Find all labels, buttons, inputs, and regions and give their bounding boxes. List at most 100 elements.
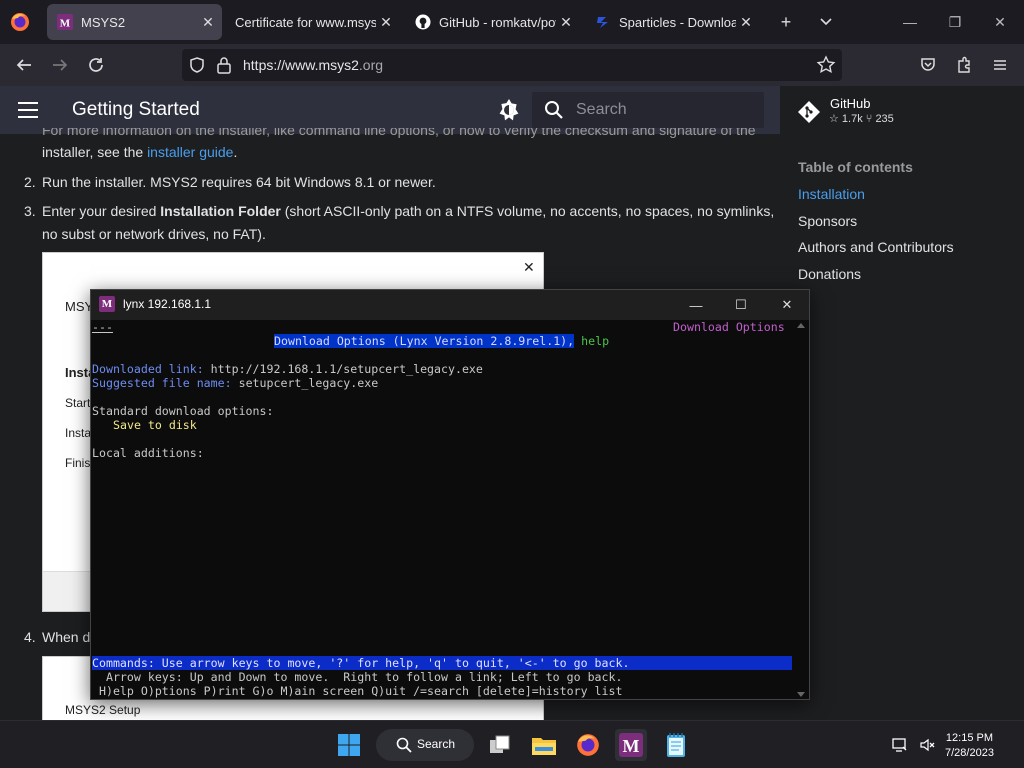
close-tab-icon[interactable]: ✕ <box>376 14 396 31</box>
toc-item-sponsors[interactable]: Sponsors <box>798 213 857 229</box>
browser-toolbar: https://www.msys2.org <box>0 44 1024 86</box>
lynx-page-title: Download Options <box>673 320 785 334</box>
bookmark-star-icon[interactable] <box>816 55 836 80</box>
lock-icon[interactable] <box>216 56 232 79</box>
tab-msys2[interactable]: M MSYS2 ✕ <box>47 4 222 40</box>
terminal-minimize-button[interactable]: — <box>685 294 707 316</box>
taskbar-search-button[interactable]: Search <box>376 729 474 761</box>
clock-time: 12:15 PM <box>945 732 994 744</box>
hamburger-menu-icon[interactable] <box>18 102 38 118</box>
github-forks: 235 <box>875 113 894 125</box>
file-explorer-icon[interactable] <box>528 729 560 761</box>
terminal-close-button[interactable]: ✕ <box>776 294 798 316</box>
lynx-top-left-marker: --- <box>92 320 113 334</box>
step-2-text: Run the installer. MSYS2 requires 64 bit… <box>42 174 436 190</box>
file-name-label: Suggested file name: <box>92 376 232 390</box>
url-text: https://www.msys2.org <box>243 57 384 73</box>
system-clock[interactable]: 12:15 PM 7/28/2023 <box>945 731 994 761</box>
forward-arrow-icon[interactable] <box>48 53 72 77</box>
svg-text:M: M <box>623 736 640 756</box>
terminal-scrollbar[interactable] <box>794 320 808 700</box>
pocket-icon[interactable] <box>916 53 940 77</box>
file-name-value: setupcert_legacy.exe <box>238 376 379 390</box>
page-header: Getting Started Search <box>0 86 780 134</box>
svg-text:M: M <box>60 18 71 30</box>
extensions-icon[interactable] <box>952 53 976 77</box>
close-window-button[interactable]: ✕ <box>986 8 1014 36</box>
url-bar[interactable]: https://www.msys2.org <box>182 49 842 81</box>
downloaded-link-label: Downloaded link: <box>92 362 204 376</box>
close-tab-icon[interactable]: ✕ <box>736 14 756 31</box>
app-menu-icon[interactable] <box>988 53 1012 77</box>
close-tab-icon[interactable]: ✕ <box>556 14 576 31</box>
github-favicon-icon <box>415 14 431 30</box>
step-3-text-cont: no subst or network drives, no FAT). <box>42 226 266 242</box>
windows-taskbar: Search M 12:15 PM 7/28/2023 <box>0 720 1024 768</box>
new-tab-button[interactable]: + <box>774 10 798 34</box>
windows-start-icon[interactable] <box>333 729 365 761</box>
tab-title: MSYS2 <box>81 14 126 30</box>
task-view-icon[interactable] <box>484 729 516 761</box>
tab-title: Sparticles - Download <box>619 14 736 30</box>
github-stars: 1.7k <box>841 113 863 125</box>
search-icon <box>396 737 412 758</box>
msys2-app-icon: M <box>99 296 115 312</box>
msys2-favicon-icon: M <box>57 14 73 30</box>
github-label: GitHub <box>830 96 871 111</box>
sparticles-favicon-icon <box>595 14 611 30</box>
step-number: 2. <box>24 174 36 190</box>
step-number: 4. <box>24 629 36 645</box>
taskbar-search-label: Search <box>417 737 456 751</box>
terminal-title: lynx 192.168.1.1 <box>123 297 212 311</box>
toc-heading: Table of contents <box>798 159 913 175</box>
terminal-content[interactable]: --- Download Options Download Options (L… <box>91 320 793 700</box>
back-arrow-icon[interactable] <box>12 53 36 77</box>
tab-sparticles[interactable]: Sparticles - Download ✕ <box>585 4 760 40</box>
local-additions-label: Local additions: <box>92 446 204 460</box>
list-tabs-chevron-icon[interactable] <box>814 10 838 34</box>
firefox-taskbar-icon[interactable] <box>572 729 604 761</box>
standard-options-label: Standard download options: <box>92 404 274 418</box>
github-stats: ☆ 1.7k ⑂ 235 <box>829 113 894 125</box>
close-icon: ✕ <box>523 259 535 275</box>
article-line-installer: installer, see the installer guide. <box>42 144 238 160</box>
volume-muted-icon[interactable] <box>912 729 944 761</box>
lynx-help-link[interactable]: help <box>581 334 609 348</box>
toc-item-installation[interactable]: Installation <box>798 186 865 202</box>
installer-guide-link[interactable]: installer guide <box>147 144 233 160</box>
step-4-text: When d <box>42 629 91 645</box>
search-placeholder: Search <box>576 101 627 118</box>
toc-item-donations[interactable]: Donations <box>798 266 861 282</box>
search-input[interactable]: Search <box>532 92 764 128</box>
save-to-disk-link[interactable]: Save to disk <box>113 418 197 432</box>
clock-date: 7/28/2023 <box>945 747 994 759</box>
tab-github[interactable]: GitHub - romkatv/powerlevel10k ✕ <box>405 4 580 40</box>
page-title: Getting Started <box>72 99 200 120</box>
lynx-help-line: Arrow keys: Up and Down to move. Right t… <box>92 670 623 684</box>
tab-certificate[interactable]: Certificate for www.msys2.org ✕ <box>225 4 400 40</box>
theme-toggle-icon[interactable] <box>497 98 521 122</box>
notepad-icon[interactable] <box>660 729 692 761</box>
firefox-menu-icon[interactable] <box>8 10 32 34</box>
terminal-title-bar[interactable]: M lynx 192.168.1.1 — ☐ ✕ <box>91 290 809 320</box>
terminal-maximize-button[interactable]: ☐ <box>730 294 752 316</box>
lynx-keys-line: H)elp O)ptions P)rint G)o M)ain screen Q… <box>92 684 623 698</box>
reload-icon[interactable] <box>84 53 108 77</box>
close-tab-icon[interactable]: ✕ <box>198 14 218 31</box>
browser-tab-bar: M MSYS2 ✕ Certificate for www.msys2.org … <box>0 0 1024 44</box>
lynx-header: Download Options (Lynx Version 2.8.9rel.… <box>274 334 575 348</box>
downloaded-link-url: http://192.168.1.1/setupcert_legacy.exe <box>210 362 483 376</box>
step-3-text: Enter your desired Installation Folder (… <box>42 203 775 219</box>
lynx-terminal-window[interactable]: M lynx 192.168.1.1 — ☐ ✕ --- Download Op… <box>90 289 810 700</box>
tracking-protection-shield-icon[interactable] <box>188 56 206 79</box>
search-icon <box>544 100 564 125</box>
msys2-taskbar-icon[interactable]: M <box>615 729 647 761</box>
tab-title: GitHub - romkatv/powerlevel10k <box>439 14 556 30</box>
git-icon <box>798 101 820 123</box>
toc-item-authors[interactable]: Authors and Contributors <box>798 239 954 255</box>
minimize-window-button[interactable]: — <box>896 8 924 36</box>
lynx-command-bar: Commands: Use arrow keys to move, '?' fo… <box>92 656 792 670</box>
tab-title: Certificate for www.msys2.org <box>235 14 376 30</box>
step-number: 3. <box>24 203 36 219</box>
restore-window-button[interactable]: ❐ <box>941 8 969 36</box>
